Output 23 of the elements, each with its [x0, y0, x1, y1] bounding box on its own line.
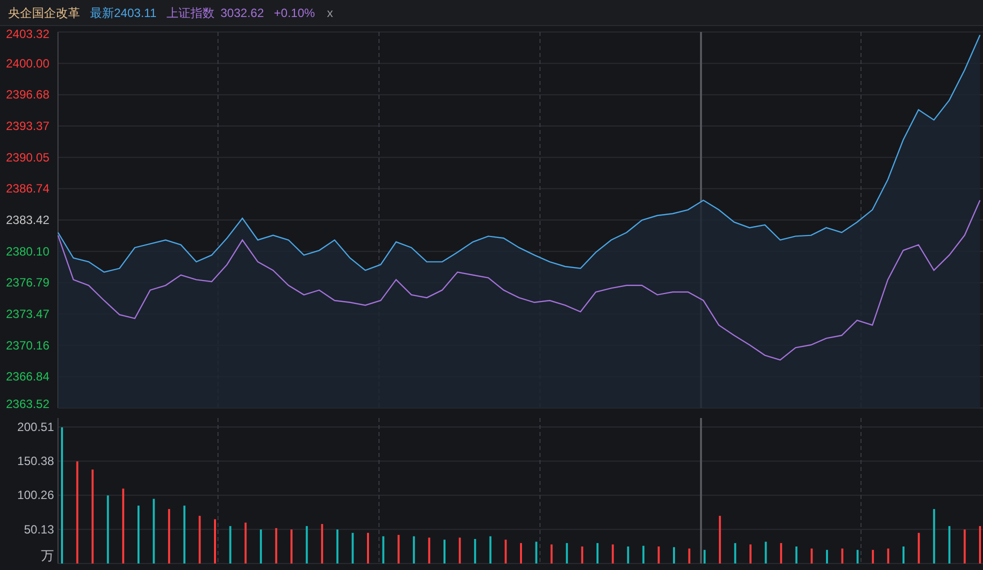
- axis-label: 200.51: [17, 420, 54, 434]
- axis-label: 2380.10: [6, 244, 50, 258]
- index-value: 3032.62: [220, 4, 264, 22]
- axis-label: 2363.52: [6, 397, 50, 410]
- latest-price: 最新2403.11: [90, 4, 156, 22]
- axis-label: 2376.79: [6, 276, 50, 290]
- axis-label: 50.13: [24, 522, 54, 536]
- axis-label: 2400.00: [6, 56, 50, 70]
- axis-label: 2393.37: [6, 119, 50, 133]
- axis-label: 2396.68: [6, 88, 50, 102]
- axis-label: 2373.47: [6, 307, 50, 321]
- axis-label: 2390.05: [6, 150, 50, 164]
- chart-title: 央企国企改革: [8, 4, 80, 22]
- axis-label: 2383.42: [6, 213, 50, 227]
- index-name: 上证指数: [166, 4, 214, 22]
- axis-label: 2370.16: [6, 338, 50, 352]
- axis-label: 150.38: [17, 454, 54, 468]
- unit-label: 万: [41, 549, 54, 564]
- axis-label: 2403.32: [6, 27, 50, 41]
- axis-label: 100.26: [17, 488, 54, 502]
- index-change: +0.10%: [274, 4, 315, 22]
- axis-label: 2386.74: [6, 182, 50, 196]
- axis-label: 2366.84: [6, 370, 50, 384]
